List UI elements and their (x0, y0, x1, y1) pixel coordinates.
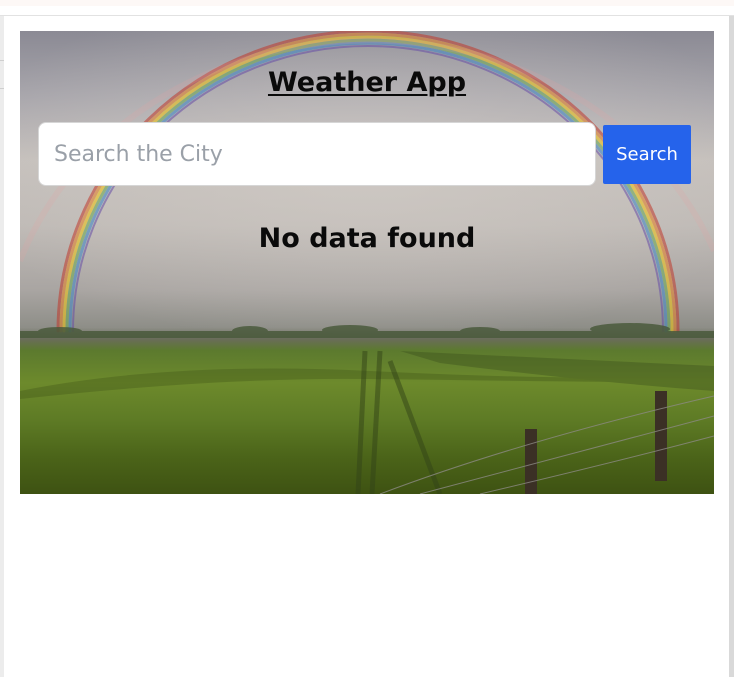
browser-toolbar (0, 6, 734, 16)
no-data-message: No data found (258, 223, 476, 254)
page-title: Weather App (267, 67, 467, 98)
city-search-input[interactable] (38, 122, 596, 186)
page-body: Weather App Search No data found (4, 16, 729, 677)
weather-hero-card: Weather App Search No data found (20, 31, 714, 494)
search-button[interactable]: Search (603, 125, 691, 184)
scrollbar-track[interactable] (729, 16, 734, 677)
